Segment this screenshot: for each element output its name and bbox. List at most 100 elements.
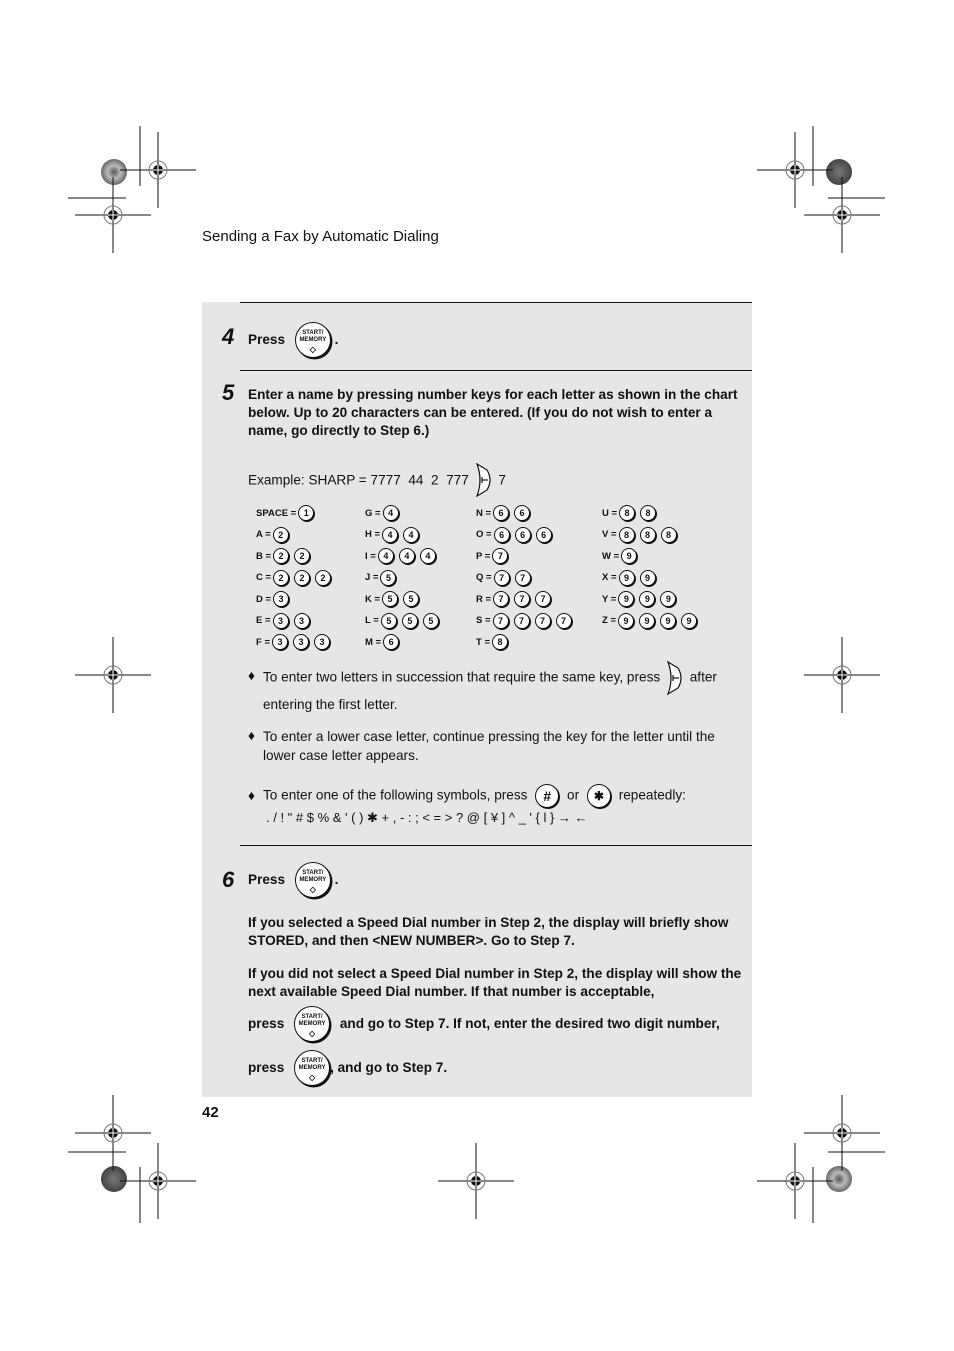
number-key-icon: 4 — [398, 548, 415, 564]
color-target-icon — [826, 1166, 852, 1192]
letter-label: J = — [365, 572, 379, 583]
number-key-icon: 2 — [294, 548, 311, 564]
crop-mark-top-left — [68, 126, 197, 254]
number-key-icon: 9 — [639, 612, 655, 629]
step6-para1: If you selected a Speed Dial number in S… — [248, 915, 729, 948]
step6-para2: If you did not select a Speed Dial numbe… — [248, 966, 742, 999]
number-key-icon: 4 — [403, 526, 420, 543]
number-key-icon: 1 — [298, 505, 315, 521]
divider — [240, 370, 752, 371]
number-key-icon: 8 — [492, 634, 508, 650]
number-key-icon: 7 — [493, 591, 510, 607]
letter-mapping: F = 3 3 3 — [256, 634, 335, 650]
number-key-icon: 9 — [621, 548, 638, 564]
letter-mapping: C = 2 2 2 — [256, 569, 336, 586]
number-key-icon: 8 — [619, 505, 636, 521]
number-key-icon: 9 — [618, 612, 634, 629]
letter-mapping: X = 9 9 — [602, 569, 661, 586]
number-key-icon: 2 — [294, 569, 311, 586]
letter-label: X = — [602, 572, 617, 583]
number-key-icon: 7 — [535, 591, 552, 607]
number-key-icon: 6 — [514, 505, 531, 521]
right-arrow-key-icon — [475, 462, 491, 498]
number-key-icon: 7 — [514, 591, 531, 607]
letter-label: B = — [256, 550, 272, 562]
letter-mapping: N = 6 6 — [476, 505, 535, 521]
letter-mapping: U = 8 8 — [602, 505, 661, 521]
number-key-icon: 7 — [534, 612, 551, 629]
number-key-icon: 4 — [419, 548, 436, 564]
letter-label: V = — [602, 529, 617, 540]
letter-label: Z = — [602, 615, 616, 626]
letter-mapping: J = 5 — [365, 569, 401, 586]
number-key-icon: 7 — [492, 548, 509, 564]
step-number: 6 — [222, 867, 235, 892]
step-number: 4 — [222, 324, 235, 349]
letter-label: L = — [365, 615, 379, 626]
letter-mapping: E = 3 3 — [256, 612, 315, 629]
letter-mapping: A = 2 — [256, 526, 294, 543]
number-key-icon: 9 — [660, 591, 677, 607]
number-key-icon: 5 — [380, 612, 397, 629]
letter-label: U = — [602, 507, 618, 519]
number-key-icon: 3 — [314, 634, 330, 650]
crop-mark-bottom-right — [756, 1094, 885, 1223]
divider — [240, 845, 752, 846]
example-line: Example: SHARP = 7777 44 2 777 7 — [248, 462, 506, 498]
step4-instruction: Press START/MEMORY ◇ . — [248, 322, 338, 358]
letter-mapping: Y = 9 9 9 — [602, 591, 681, 607]
number-key-icon: 5 — [382, 591, 399, 607]
step5-instruction: Enter a name by pressing number keys for… — [248, 387, 738, 438]
letter-mapping: P = 7 — [476, 548, 513, 564]
right-arrow-key-icon — [666, 660, 682, 696]
bullet-lower-case: To enter a lower case letter, continue p… — [263, 729, 715, 763]
color-target-icon — [101, 159, 127, 185]
number-key-icon: 4 — [382, 526, 399, 543]
number-key-icon: 3 — [272, 612, 289, 629]
crop-mark-bottom-left — [68, 1094, 197, 1223]
letter-label: R = — [476, 593, 492, 605]
number-key-icon: 9 — [639, 591, 656, 607]
number-key-icon: 4 — [382, 505, 399, 521]
number-key-icon: 5 — [401, 612, 418, 629]
number-key-icon: 5 — [380, 569, 397, 586]
letter-label: W = — [602, 550, 620, 562]
number-key-icon: 5 — [422, 612, 439, 629]
bullet-icon: ♦ — [248, 728, 255, 743]
page-number: 42 — [202, 1104, 219, 1121]
number-key-icon: 4 — [377, 548, 394, 564]
number-key-icon: 6 — [493, 526, 510, 543]
letter-label: Y = — [602, 593, 617, 605]
number-key-icon: 3 — [273, 591, 290, 607]
number-key-icon: 3 — [293, 634, 309, 650]
number-key-icon: 2 — [272, 526, 289, 543]
start-diamond-icon: ◇ — [309, 345, 316, 354]
number-key-icon: 7 — [555, 612, 572, 629]
letter-label: H = — [365, 529, 381, 540]
letter-label: O = — [476, 529, 492, 540]
letter-mapping: G = 4 — [365, 505, 404, 521]
letter-label: Q = — [476, 572, 492, 583]
letter-mapping: I = 4 4 4 — [365, 548, 441, 564]
number-key-icon: 6 — [383, 634, 400, 650]
number-key-icon: 5 — [403, 591, 420, 607]
start-memory-button: START/MEMORY ◇ — [294, 1006, 331, 1042]
start-memory-button: START/MEMORY ◇ — [294, 1050, 331, 1086]
number-key-icon: 9 — [639, 569, 656, 586]
letter-mapping: Q = 7 7 — [476, 569, 536, 586]
number-key-icon: 7 — [493, 569, 510, 586]
number-key-icon: 7 — [492, 612, 509, 629]
symbol-list: . / ! " # $ % & ' ( ) ✱ + , - : ; < = > … — [266, 810, 588, 825]
number-key-icon: 8 — [640, 505, 657, 521]
letter-mapping: O = 6 6 6 — [476, 526, 557, 543]
letter-label: G = — [365, 507, 381, 519]
letter-label: D = — [256, 593, 272, 605]
start-diamond-icon: ◇ — [308, 1073, 316, 1082]
number-key-icon: 3 — [272, 634, 288, 650]
letter-mapping: W = 9 — [602, 548, 642, 564]
instruction-box: 4 Press START/MEMORY ◇ . 5 Enter a name … — [202, 302, 752, 1097]
press-label: Press — [248, 332, 286, 347]
letter-mapping: K = 5 5 — [365, 591, 424, 607]
letter-label: T = — [476, 636, 490, 648]
letter-label: SPACE = — [256, 507, 297, 519]
